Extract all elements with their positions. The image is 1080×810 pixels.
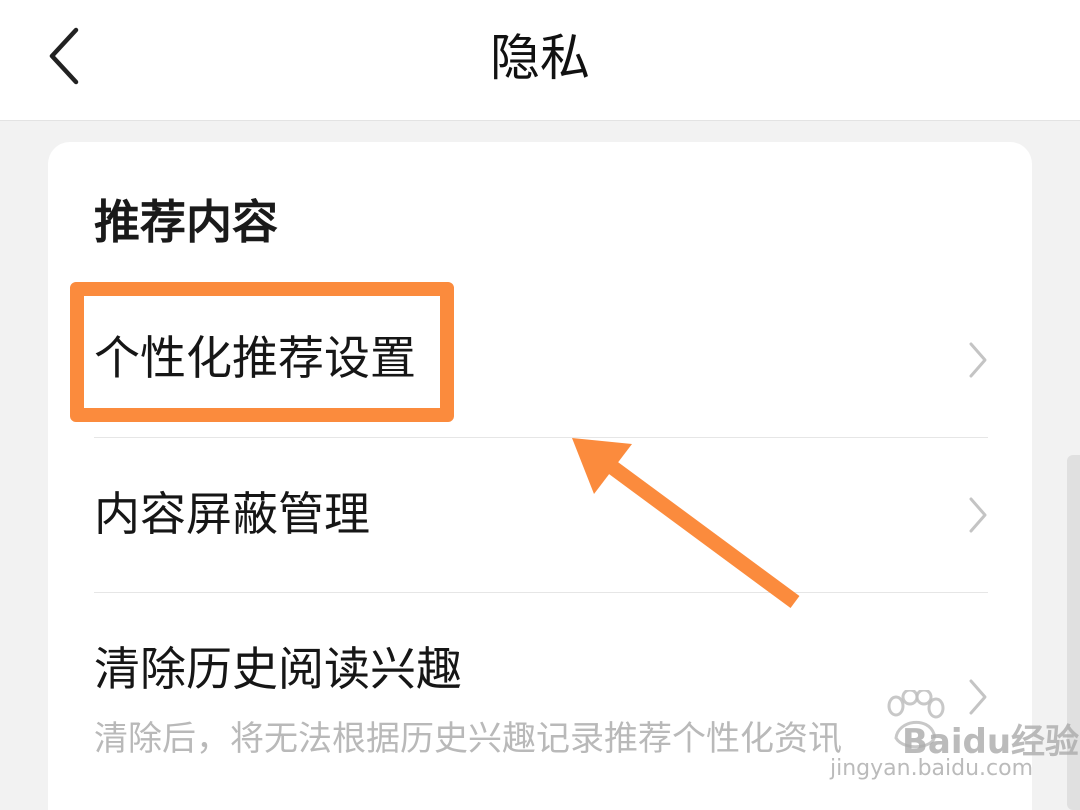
arrow-annotation-icon [572, 438, 800, 609]
chevron-right-icon [969, 497, 987, 533]
section-title: 推荐内容 [94, 195, 278, 249]
chevron-right-icon [969, 342, 987, 378]
top-nav-bar: 隐私 [0, 0, 1080, 121]
row-sublabel: 清除后，将无法根据历史兴趣记录推荐个性化资讯 [94, 719, 842, 759]
watermark: Baidu经验 jingyan.baidu.com [830, 690, 1079, 790]
content-block-management-row[interactable]: 内容屏蔽管理 [48, 438, 1032, 592]
highlight-box-annotation [70, 282, 454, 422]
page-title: 隐私 [490, 29, 590, 87]
watermark-url: jingyan.baidu.com [830, 756, 1034, 781]
row-label: 清除历史阅读兴趣 [94, 642, 462, 696]
row-label: 内容屏蔽管理 [94, 487, 370, 541]
